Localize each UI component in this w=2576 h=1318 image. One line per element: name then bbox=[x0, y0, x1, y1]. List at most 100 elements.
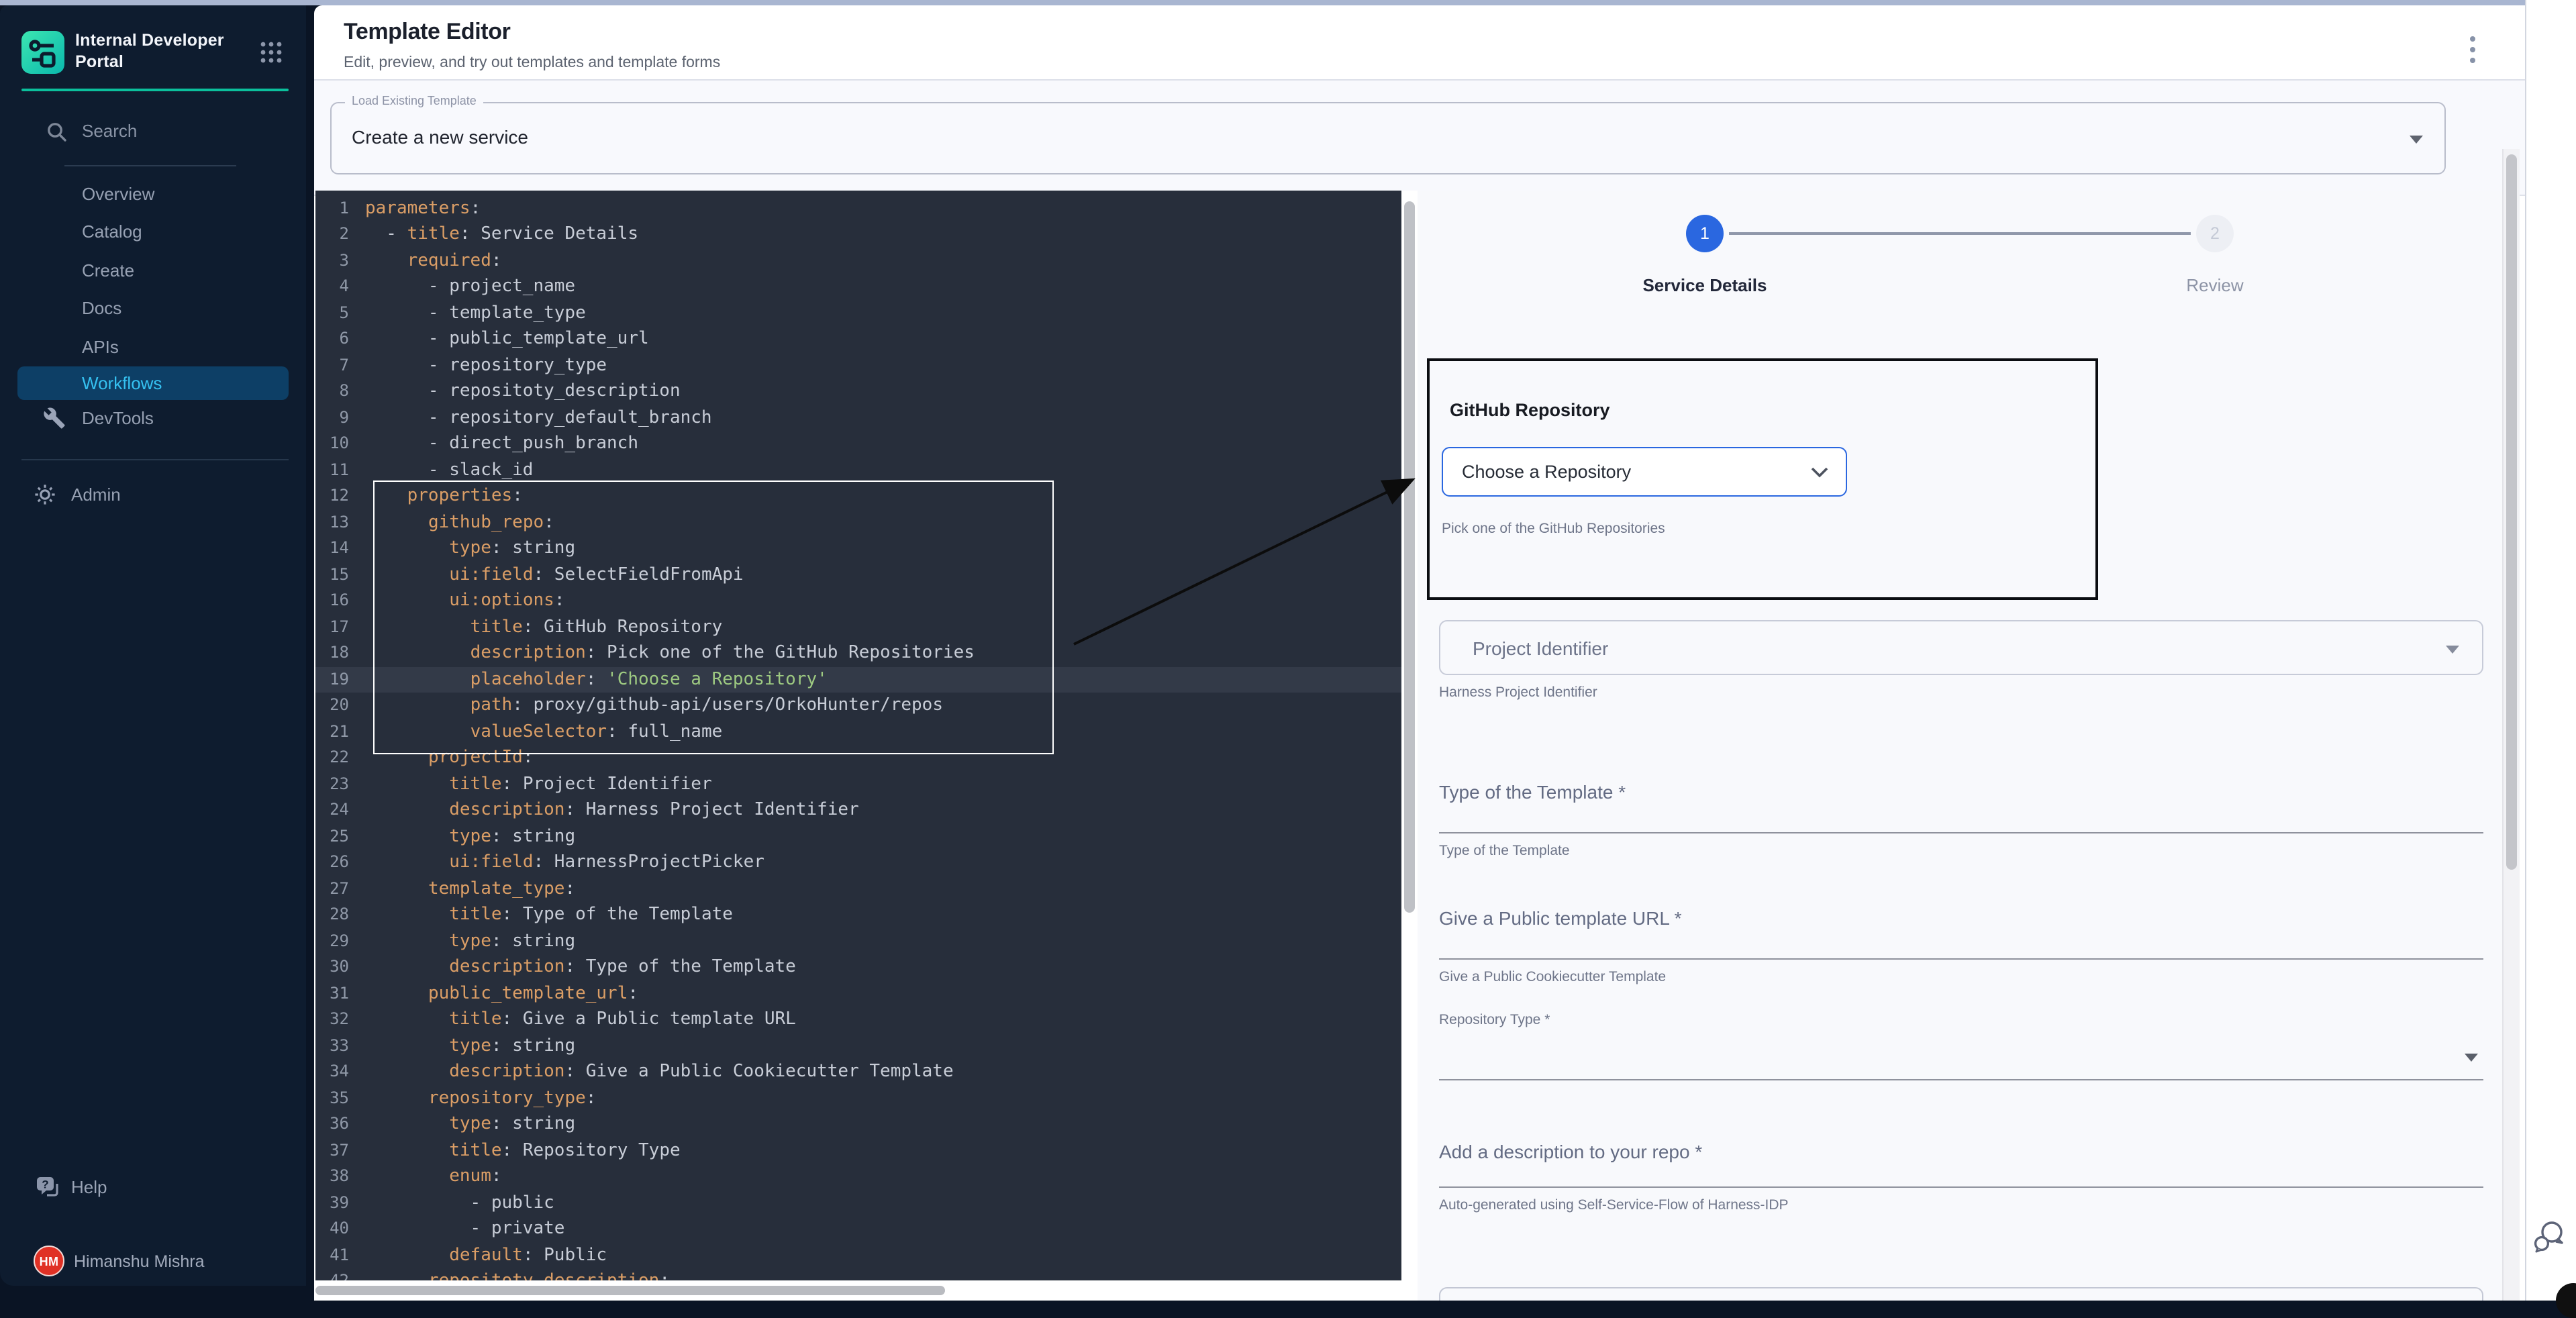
code-line: 34 description: Give a Public Cookiecutt… bbox=[315, 1059, 1401, 1085]
sidebar-search[interactable]: Search bbox=[0, 115, 306, 150]
code-line: 7 - repository_type bbox=[315, 352, 1401, 378]
sidebar-nav: Overview Catalog Create Docs APIs Workflows De… bbox=[0, 174, 306, 438]
code-line: 10 - direct_push_branch bbox=[315, 431, 1401, 457]
project-identifier-placeholder: Project Identifier bbox=[1473, 638, 1608, 659]
code-line: 30 description: Type of the Template bbox=[315, 954, 1401, 980]
window-top-strip bbox=[0, 0, 2576, 5]
avatar: HM bbox=[34, 1246, 64, 1276]
sidebar-item-workflows[interactable]: Workflows bbox=[17, 366, 289, 399]
sidebar-item-admin[interactable]: Admin bbox=[0, 478, 306, 513]
step-1-label: Service Details bbox=[1579, 275, 1831, 295]
sidebar-item-label: Docs bbox=[82, 299, 121, 319]
code-line: 33 type: string bbox=[315, 1033, 1401, 1059]
public-url-input[interactable] bbox=[1439, 958, 2483, 960]
gear-icon bbox=[34, 483, 56, 513]
code-line: 42 repositoty_description: bbox=[315, 1268, 1401, 1280]
github-repository-label: GitHub Repository bbox=[1450, 400, 1610, 420]
code-line: 36 type: string bbox=[315, 1111, 1401, 1137]
sidebar-item-create[interactable]: Create bbox=[0, 251, 306, 289]
dropdown-arrow-icon bbox=[2446, 646, 2459, 654]
project-identifier-select[interactable]: Project Identifier bbox=[1439, 620, 2483, 675]
sidebar-item-label: Workflows bbox=[82, 372, 162, 393]
dropdown-arrow-icon bbox=[2410, 136, 2423, 144]
editor-vscroll-thumb[interactable] bbox=[1404, 201, 1415, 913]
load-template-row: Load Existing Template Create a new serv… bbox=[314, 81, 2525, 195]
repo-description-input[interactable] bbox=[1439, 1186, 2483, 1188]
sidebar-item-overview[interactable]: Overview bbox=[0, 174, 306, 213]
yaml-code-editor[interactable]: 1parameters:2 - title: Service Details3 … bbox=[315, 191, 1401, 1280]
template-type-input[interactable] bbox=[1439, 832, 2483, 833]
code-line: 25 type: string bbox=[315, 823, 1401, 850]
search-label: Search bbox=[82, 121, 137, 141]
step-2-circle[interactable]: 2 bbox=[2196, 215, 2234, 252]
code-line: 2 - title: Service Details bbox=[315, 221, 1401, 248]
github-repository-highlight-box: GitHub Repository Choose a Repository Pi… bbox=[1427, 358, 2098, 600]
code-line: 23 title: Project Identifier bbox=[315, 771, 1401, 797]
code-line: 22 projectId: bbox=[315, 745, 1401, 771]
sidebar-item-label: Catalog bbox=[82, 222, 142, 242]
code-line: 28 title: Type of the Template bbox=[315, 902, 1401, 928]
editor-hscroll-thumb[interactable] bbox=[315, 1286, 945, 1295]
owner-select-box[interactable]: Choose an Owner for the Service bbox=[1439, 1287, 2483, 1301]
editor-horizontal-scrollbar bbox=[315, 1280, 1418, 1301]
form-preview-panel: 1 2 Service Details Review GitHub Reposi… bbox=[1418, 191, 2502, 1301]
sidebar-item-label: Overview bbox=[82, 184, 154, 204]
chat-support-icon[interactable] bbox=[2530, 1219, 2568, 1256]
kebab-menu-icon[interactable] bbox=[2467, 35, 2478, 64]
github-repository-select[interactable]: Choose a Repository bbox=[1442, 447, 1847, 497]
public-url-label: Give a Public template URL * bbox=[1439, 907, 1682, 929]
sidebar-item-devtools[interactable]: DevTools bbox=[0, 399, 306, 438]
svg-text:?: ? bbox=[42, 1178, 48, 1190]
load-template-label: Load Existing Template bbox=[345, 94, 483, 107]
code-line: 17 title: GitHub Repository bbox=[315, 614, 1401, 640]
step-1-circle[interactable]: 1 bbox=[1686, 215, 1724, 252]
repo-description-helper: Auto-generated using Self-Service-Flow o… bbox=[1439, 1197, 1789, 1213]
code-line: 11 - slack_id bbox=[315, 457, 1401, 483]
code-line: 4 - project_name bbox=[315, 274, 1401, 300]
code-line: 16 ui:options: bbox=[315, 588, 1401, 614]
code-line: 20 path: proxy/github-api/users/OrkoHunt… bbox=[315, 693, 1401, 719]
template-type-label: Type of the Template * bbox=[1439, 781, 1626, 803]
repository-type-label: Repository Type * bbox=[1439, 1012, 1550, 1028]
user-menu[interactable]: HM Himanshu Mishra bbox=[0, 1243, 306, 1283]
sidebar-item-catalog[interactable]: Catalog bbox=[0, 213, 306, 251]
load-template-value: Create a new service bbox=[352, 126, 528, 148]
code-line: 14 type: string bbox=[315, 536, 1401, 562]
code-line: 21 valueSelector: full_name bbox=[315, 719, 1401, 745]
corner-fab-partial[interactable] bbox=[2556, 1283, 2576, 1318]
dropdown-arrow-icon[interactable] bbox=[2465, 1054, 2478, 1062]
code-lines: 1parameters:2 - title: Service Details3 … bbox=[315, 195, 1401, 1280]
github-repository-helper: Pick one of the GitHub Repositories bbox=[1442, 521, 1665, 537]
load-template-select[interactable]: Load Existing Template Create a new serv… bbox=[330, 102, 2446, 174]
code-line: 32 title: Give a Public template URL bbox=[315, 1007, 1401, 1033]
outer-right-margin bbox=[2525, 0, 2576, 1301]
sidebar-accent-divider bbox=[21, 89, 289, 91]
code-line: 1parameters: bbox=[315, 195, 1401, 221]
code-line: 37 title: Repository Type bbox=[315, 1137, 1401, 1164]
code-line: 35 repository_type: bbox=[315, 1085, 1401, 1111]
sidebar-item-label: DevTools bbox=[82, 409, 154, 429]
wrench-icon bbox=[43, 407, 67, 431]
sidebar-item-apis[interactable]: APIs bbox=[0, 327, 306, 366]
search-icon bbox=[46, 121, 68, 150]
sidebar-item-docs[interactable]: Docs bbox=[0, 289, 306, 327]
code-line: 18 description: Pick one of the GitHub R… bbox=[315, 640, 1401, 666]
panel-vscroll-thumb[interactable] bbox=[2506, 154, 2517, 870]
sidebar-item-label: Admin bbox=[71, 485, 121, 505]
public-url-helper: Give a Public Cookiecutter Template bbox=[1439, 969, 1666, 985]
repo-description-label: Add a description to your repo * bbox=[1439, 1141, 1702, 1162]
apps-grid-icon[interactable] bbox=[259, 40, 283, 64]
template-type-helper: Type of the Template bbox=[1439, 843, 1570, 859]
sidebar-item-help[interactable]: ? Help bbox=[0, 1170, 306, 1205]
screen: Internal Developer Portal Searc bbox=[0, 0, 2576, 1301]
code-line: 27 template_type: bbox=[315, 876, 1401, 902]
repository-type-select[interactable] bbox=[1439, 1079, 2483, 1080]
code-line: 6 - public_template_url bbox=[315, 326, 1401, 352]
code-line: 5 - template_type bbox=[315, 300, 1401, 326]
panel-vertical-scrollbar bbox=[2502, 149, 2520, 1301]
search-divider bbox=[64, 165, 236, 166]
code-line: 8 - repositoty_description bbox=[315, 378, 1401, 405]
project-identifier-helper: Harness Project Identifier bbox=[1439, 685, 1597, 701]
help-chat-icon: ? bbox=[35, 1174, 60, 1207]
github-repository-value: Choose a Repository bbox=[1462, 462, 1631, 482]
